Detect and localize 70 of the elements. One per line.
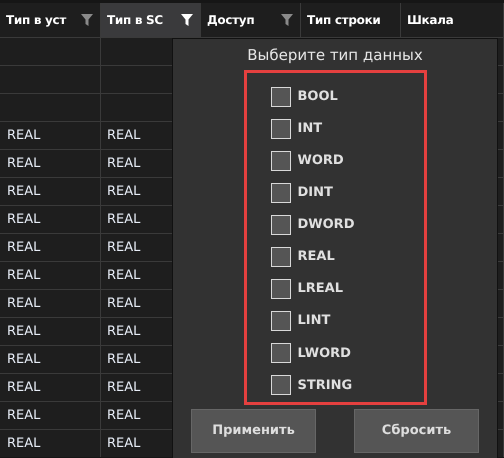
option-checkbox[interactable]: LWORD	[270, 337, 424, 370]
checkbox[interactable]	[270, 182, 290, 203]
option-checkbox[interactable]: BOOL	[270, 80, 424, 113]
filter-icon[interactable]	[80, 13, 94, 27]
checkbox[interactable]	[270, 214, 290, 235]
table-cell-text: REAL	[7, 210, 40, 229]
column-header[interactable]: Тип в SC	[101, 3, 201, 37]
table-cell-text: REAL	[7, 154, 40, 173]
column-header[interactable]: Шкала	[401, 3, 504, 37]
table-cell-text: REAL	[107, 406, 140, 425]
popup-button[interactable]: Применить	[191, 408, 316, 452]
option-checkbox[interactable]: INT	[270, 112, 424, 145]
table-cell-text: REAL	[107, 434, 140, 453]
column-header[interactable]: Тип в уст	[0, 3, 101, 37]
table-cell-text: REAL	[107, 238, 140, 257]
table-cell-text: REAL	[107, 266, 140, 285]
popup-title: Выберите тип данных	[247, 45, 423, 66]
table-cell-text: REAL	[7, 350, 40, 369]
option-checkbox[interactable]: STRING	[270, 369, 424, 402]
checkbox[interactable]	[270, 247, 290, 268]
column-header[interactable]: Доступ	[201, 3, 301, 37]
table-cell-text: REAL	[7, 294, 40, 313]
table-cell-text: REAL	[107, 322, 140, 341]
table-cell-text: REAL	[7, 378, 40, 397]
checkbox[interactable]	[270, 311, 290, 332]
option-checkbox[interactable]: WORD	[270, 144, 424, 177]
column-title: Тип строки	[307, 12, 381, 29]
option-checkbox[interactable]: DINT	[270, 176, 424, 209]
table-cell-text: REAL	[107, 154, 140, 173]
option-label: STRING	[298, 376, 352, 395]
option-label: LINT	[298, 312, 330, 330]
column-title: Шкала	[407, 12, 454, 29]
table-cell-text: REAL	[107, 210, 140, 229]
option-label: BOOL	[298, 88, 338, 106]
filter-icon[interactable]	[280, 13, 294, 27]
checkbox[interactable]	[270, 150, 290, 171]
column-header[interactable]: Тип строки	[301, 3, 401, 37]
option-checkbox[interactable]: REAL	[270, 240, 424, 274]
option-label: DINT	[298, 184, 333, 202]
filter-icon[interactable]	[180, 13, 194, 27]
table-cell-text: REAL	[7, 126, 40, 145]
option-checkbox[interactable]: DWORD	[270, 208, 424, 241]
popup-button[interactable]: Сбросить	[354, 408, 479, 452]
option-checkbox[interactable]: LREAL	[270, 273, 424, 306]
table-cell-text: REAL	[7, 322, 40, 341]
checkbox[interactable]	[270, 279, 290, 300]
option-label: LWORD	[298, 344, 351, 363]
option-label: LREAL	[298, 280, 344, 298]
column-title: Доступ	[207, 12, 254, 29]
option-label: WORD	[298, 152, 344, 170]
table-cell-text: REAL	[107, 378, 140, 397]
option-label: REAL	[298, 248, 335, 266]
checkbox[interactable]	[270, 86, 290, 107]
table-cell-text: REAL	[107, 126, 140, 145]
table-cell-text: REAL	[107, 182, 140, 201]
table-cell-text: REAL	[7, 434, 40, 453]
column-title: Тип в уст	[6, 12, 66, 29]
option-checkbox[interactable]: LINT	[270, 305, 424, 338]
checkbox[interactable]	[270, 343, 290, 364]
option-label: INT	[298, 120, 322, 138]
table-cell-text: REAL	[7, 406, 40, 425]
table-cell-text: REAL	[7, 238, 40, 257]
table-cell-text: REAL	[7, 182, 40, 201]
checkbox[interactable]	[270, 375, 290, 396]
column-title: Тип в SC	[107, 12, 163, 29]
table-cell-text: REAL	[107, 350, 140, 369]
table-cell-text: REAL	[107, 294, 140, 313]
checkbox[interactable]	[270, 118, 290, 139]
table-cell-text: REAL	[7, 266, 40, 285]
option-label: DWORD	[298, 216, 354, 234]
